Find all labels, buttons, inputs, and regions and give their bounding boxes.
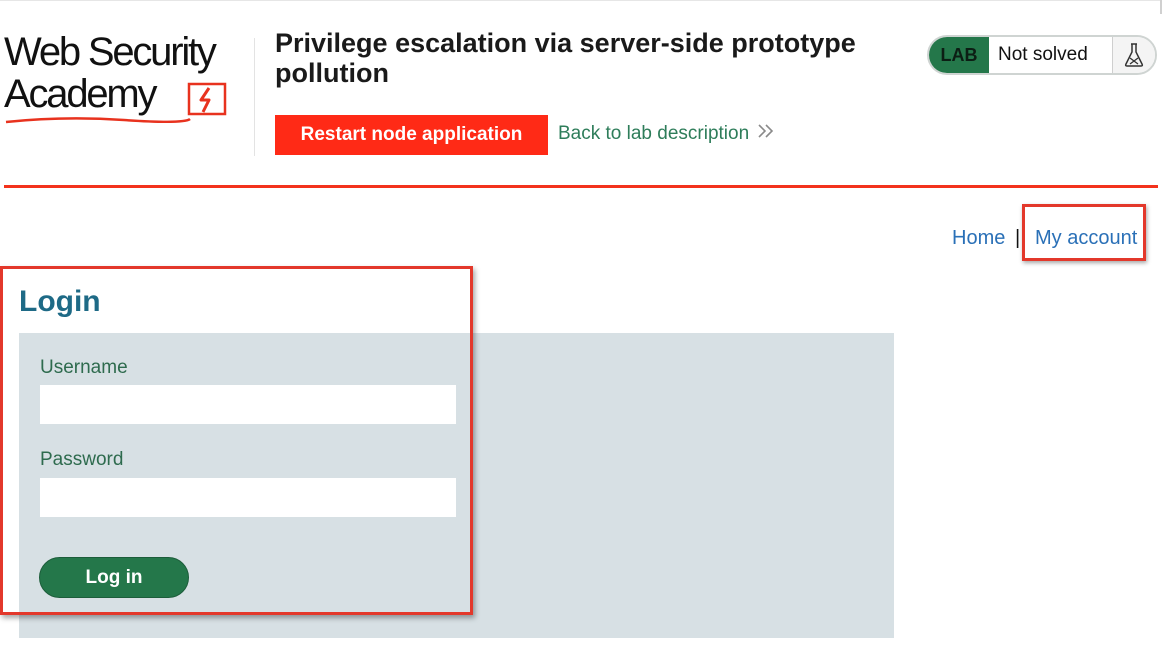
double-chevron-right-icon xyxy=(757,122,775,145)
logo-line-2: Academy xyxy=(4,72,158,116)
lab-status-text: Not solved xyxy=(989,37,1113,73)
nav-home-link[interactable]: Home xyxy=(952,227,1005,250)
back-link-label: Back to lab description xyxy=(558,122,750,144)
nav-separator: | xyxy=(1015,227,1021,249)
web-security-academy-logo[interactable]: Web Security Academy xyxy=(4,32,252,128)
flask-icon xyxy=(1113,37,1155,73)
lab-badge-label: LAB xyxy=(929,37,989,73)
lab-status-badge: LAB Not solved xyxy=(927,35,1157,75)
top-border xyxy=(0,0,1162,1)
login-highlight-box xyxy=(0,266,473,615)
my-account-highlight-box xyxy=(1022,204,1146,261)
back-to-lab-description-link[interactable]: Back to lab description xyxy=(558,122,775,145)
header-divider xyxy=(254,38,255,156)
logo-line-1: Web Security xyxy=(4,30,217,74)
restart-node-application-button[interactable]: Restart node application xyxy=(275,115,548,155)
header-separator-rule xyxy=(4,185,1158,188)
lab-title: Privilege escalation via server-side pro… xyxy=(275,28,856,88)
logo-underline xyxy=(5,117,191,124)
